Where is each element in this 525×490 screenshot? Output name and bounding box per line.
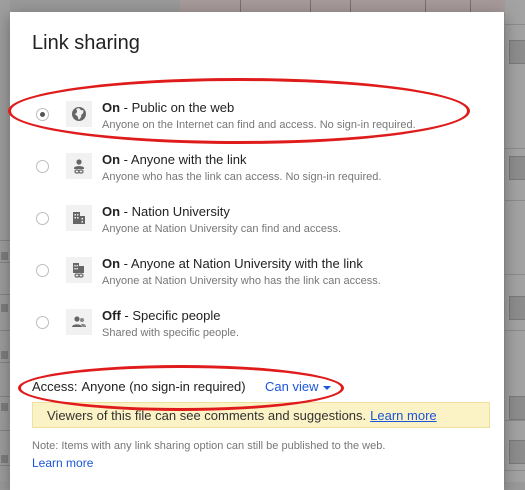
option-description: Anyone at Nation University who has the … xyxy=(102,275,381,287)
option-description: Shared with specific people. xyxy=(102,327,239,339)
comments-notice: Viewers of this file can see comments an… xyxy=(32,402,490,428)
background-left-column xyxy=(0,0,10,482)
building-icon xyxy=(66,205,92,231)
radio-nation-university-with-link[interactable] xyxy=(36,264,49,277)
building-link-icon xyxy=(66,257,92,283)
option-specific-people[interactable]: Off - Specific people Shared with specif… xyxy=(10,307,504,359)
option-anyone-with-link[interactable]: On - Anyone with the link Anyone who has… xyxy=(10,151,504,203)
option-description: Anyone on the Internet can find and acce… xyxy=(102,119,416,131)
access-label: Access: xyxy=(32,379,78,394)
caret-down-icon xyxy=(323,385,332,390)
globe-icon xyxy=(66,101,92,127)
radio-anyone-with-link[interactable] xyxy=(36,160,49,173)
link-sharing-dialog: Link sharing On - Public on the web Anyo… xyxy=(8,12,504,490)
permission-dropdown-label: Can view xyxy=(265,379,319,394)
option-label: - Specific people xyxy=(120,308,221,323)
option-nation-university[interactable]: On - Nation University Anyone at Nation … xyxy=(10,203,504,255)
radio-public-on-web[interactable] xyxy=(36,108,49,121)
radio-specific-people[interactable] xyxy=(36,316,49,329)
notice-learn-more-link[interactable]: Learn more xyxy=(370,408,436,423)
person-link-icon xyxy=(66,153,92,179)
option-label: - Public on the web xyxy=(120,100,235,115)
option-label: - Nation University xyxy=(120,204,230,219)
option-label: - Anyone with the link xyxy=(120,152,247,167)
option-public-on-web[interactable]: On - Public on the web Anyone on the Int… xyxy=(10,99,504,151)
option-description: Anyone at Nation University can find and… xyxy=(102,223,342,235)
dialog-title: Link sharing xyxy=(32,32,140,54)
option-nation-university-with-link[interactable]: On - Anyone at Nation University with th… xyxy=(10,255,504,307)
option-state: On xyxy=(102,152,121,167)
notice-text: Viewers of this file can see comments an… xyxy=(47,408,367,423)
option-state: On xyxy=(102,256,121,271)
background-right-column xyxy=(505,0,525,482)
people-icon xyxy=(66,309,92,335)
option-description: Anyone who has the link can access. No s… xyxy=(102,171,382,183)
access-row: Access: Anyone (no sign-in required) xyxy=(32,379,246,394)
footer-learn-more-link[interactable]: Learn more xyxy=(32,456,93,470)
radio-nation-university[interactable] xyxy=(36,212,49,225)
option-state: On xyxy=(102,204,121,219)
footer-note: Note: Items with any link sharing option… xyxy=(32,440,386,452)
permission-dropdown[interactable]: Can view xyxy=(265,379,332,394)
option-state: On xyxy=(102,100,121,115)
access-value: Anyone (no sign-in required) xyxy=(81,379,246,394)
option-state: Off xyxy=(102,308,121,323)
option-label: - Anyone at Nation University with the l… xyxy=(120,256,363,271)
